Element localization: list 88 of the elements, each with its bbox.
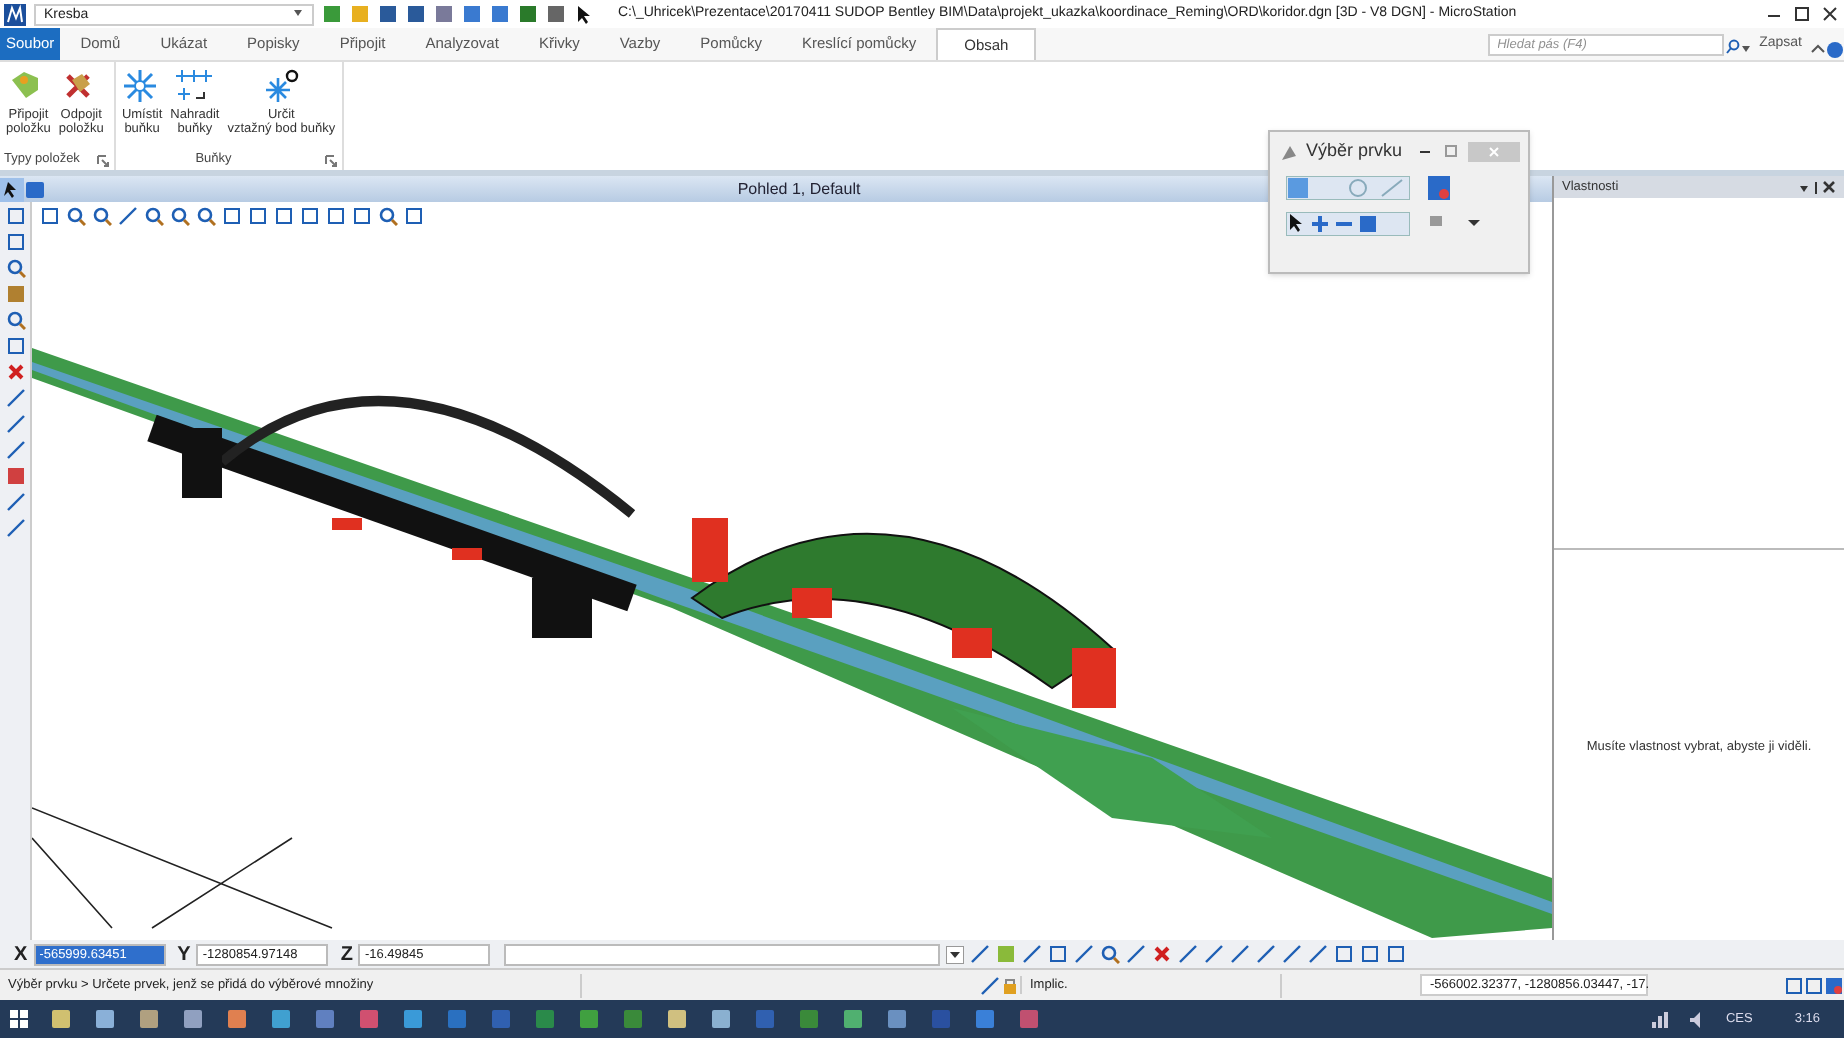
star-burst-circle-icon [261, 68, 302, 104]
close-icon[interactable] [1822, 179, 1836, 195]
line-icon[interactable] [118, 205, 138, 225]
magnifier-icon[interactable] [1100, 944, 1121, 964]
app-icon[interactable] [180, 1006, 206, 1032]
search-icon[interactable] [1723, 37, 1740, 53]
app-icon[interactable] [972, 1006, 998, 1032]
select-option-icon[interactable] [1426, 176, 1452, 200]
pin-icon[interactable] [1810, 179, 1822, 195]
toolbar-square-icon[interactable] [406, 4, 426, 24]
line-icon[interactable] [1204, 944, 1225, 964]
app-icon[interactable] [400, 1006, 426, 1032]
app-icon[interactable] [708, 1006, 734, 1032]
line-icon[interactable] [1308, 944, 1329, 964]
frame-icon[interactable] [1334, 944, 1355, 964]
app-icon[interactable] [48, 1006, 74, 1032]
key-in-field[interactable] [504, 943, 941, 965]
line-icon[interactable] [1022, 944, 1043, 964]
view-menu-icon[interactable] [24, 177, 46, 201]
axis-label: X [14, 941, 28, 969]
star-burst-grid-icon [174, 68, 215, 104]
dropdown-caret-icon[interactable] [946, 945, 965, 963]
magnifier-icon[interactable] [66, 205, 86, 225]
square-icon[interactable] [5, 284, 25, 304]
app-icon[interactable] [532, 1006, 558, 1032]
toolbar-square-icon[interactable] [462, 4, 482, 24]
dialog-launcher-icon[interactable] [95, 153, 110, 167]
app-logo-icon[interactable] [4, 3, 26, 25]
app-icon[interactable] [576, 1006, 602, 1032]
app-icon[interactable] [312, 1006, 338, 1032]
pointer-icon[interactable] [0, 177, 24, 201]
app-icon[interactable] [884, 1006, 910, 1032]
line-icon[interactable] [1074, 944, 1095, 964]
frame-icon[interactable] [5, 336, 25, 356]
magnifier-icon[interactable] [144, 205, 164, 225]
magnifier-icon[interactable] [92, 205, 112, 225]
line-icon[interactable] [5, 414, 25, 434]
line-icon[interactable] [1230, 944, 1251, 964]
help-icon[interactable] [1826, 40, 1844, 60]
magnifier-icon[interactable] [196, 205, 216, 225]
magnifier-icon[interactable] [170, 205, 190, 225]
square-icon[interactable] [5, 466, 25, 486]
lock-icon[interactable] [1000, 975, 1020, 995]
line-icon[interactable] [5, 518, 25, 538]
line-icon[interactable] [1126, 944, 1147, 964]
line-icon[interactable] [5, 492, 25, 512]
frame-icon[interactable] [404, 205, 424, 225]
frame-icon[interactable] [1048, 944, 1069, 964]
app-icon[interactable] [136, 1006, 162, 1032]
toolbar-square-icon[interactable] [490, 4, 510, 24]
app-icon[interactable] [664, 1006, 690, 1032]
pointer-icon[interactable] [574, 4, 594, 24]
view-title: Pohled 1, Default [737, 177, 861, 201]
axis-label: Y [177, 941, 191, 969]
app-icon[interactable] [620, 1006, 646, 1032]
axis-label: Z [340, 941, 353, 969]
selection-methods-icon[interactable] [1286, 212, 1410, 236]
line-icon[interactable] [5, 388, 25, 408]
frame-icon[interactable] [1386, 944, 1407, 964]
windows-start-icon[interactable] [8, 1008, 30, 1030]
toolbar-square-icon[interactable] [434, 4, 454, 24]
frame-icon[interactable] [1360, 944, 1381, 964]
app-icon[interactable] [268, 1006, 294, 1032]
toolbar-square-icon[interactable] [518, 4, 538, 24]
cross-icon[interactable] [1152, 944, 1173, 964]
line-icon[interactable] [5, 440, 25, 460]
app-icon[interactable] [92, 1006, 118, 1032]
line-icon[interactable] [1178, 944, 1199, 964]
app-icon[interactable] [224, 1006, 250, 1032]
app-icon[interactable] [356, 1006, 382, 1032]
network-icon[interactable] [1649, 1009, 1670, 1029]
dialog-title: Výběr prvku [1306, 137, 1405, 164]
snap-icon[interactable] [970, 944, 991, 964]
maximize-icon[interactable] [1792, 4, 1812, 24]
app-icon[interactable] [796, 1006, 822, 1032]
magnifier-icon[interactable] [5, 258, 25, 278]
pointer-hand-icon [1278, 141, 1298, 161]
magnifier-icon[interactable] [5, 310, 25, 330]
line-icon[interactable] [1256, 944, 1277, 964]
toolbar-square-icon[interactable] [322, 4, 342, 24]
dialog-launcher-icon[interactable] [323, 153, 338, 167]
app-icon[interactable] [840, 1006, 866, 1032]
close-icon[interactable] [1820, 4, 1840, 24]
toolbar-square-icon[interactable] [546, 4, 566, 24]
magnifier-icon[interactable] [378, 205, 398, 225]
cross-icon[interactable] [5, 362, 25, 382]
line-icon[interactable] [1282, 944, 1303, 964]
toolbar-square-icon[interactable] [378, 4, 398, 24]
